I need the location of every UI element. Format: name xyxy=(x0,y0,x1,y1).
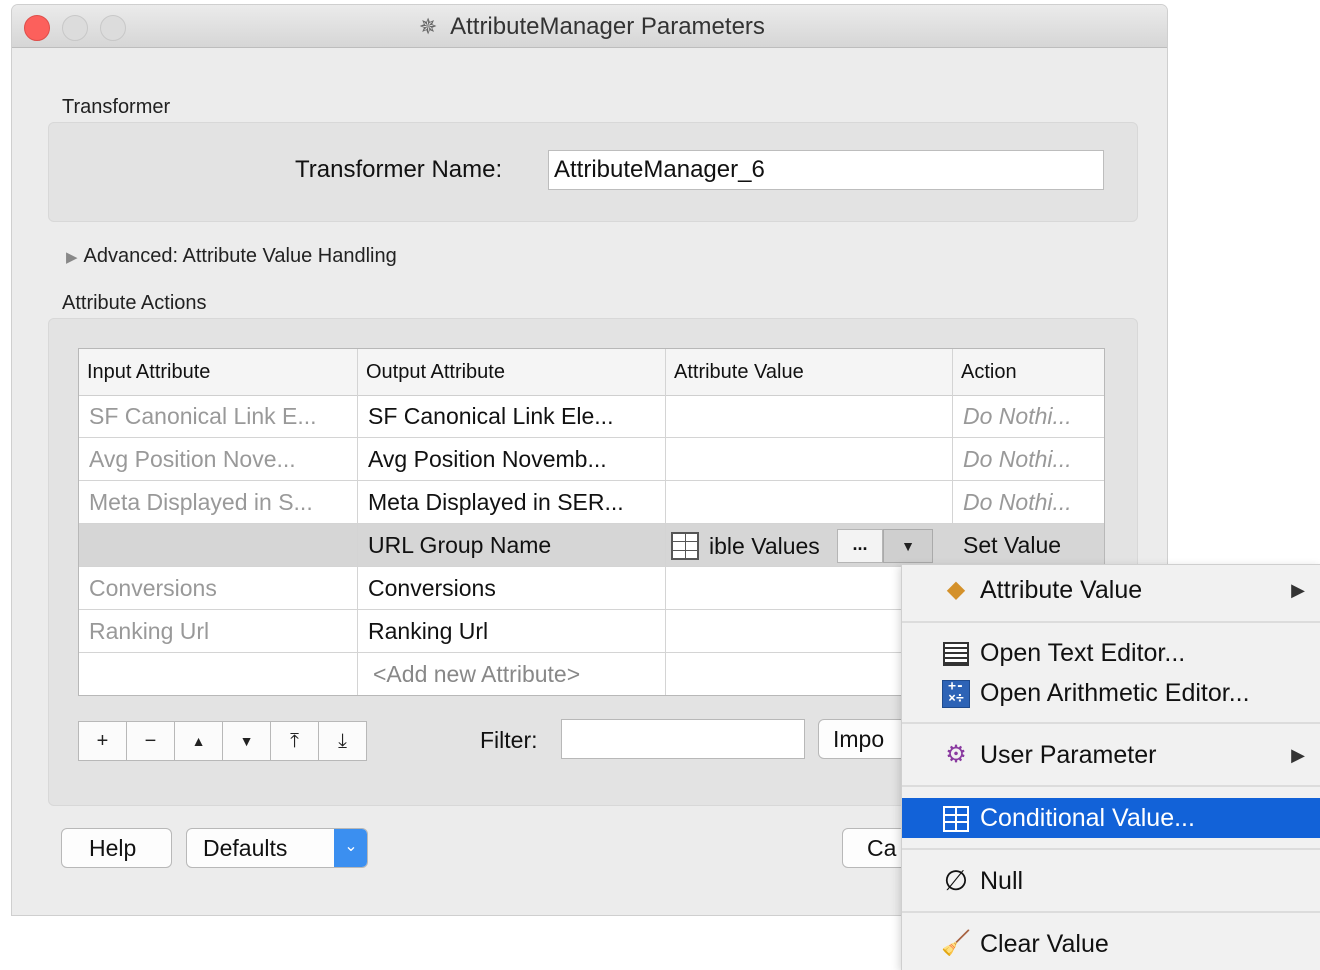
input-attribute-cell[interactable]: Avg Position Nove... xyxy=(79,438,358,480)
transformer-section-label: Transformer xyxy=(62,96,171,118)
header-input-attribute[interactable]: Input Attribute xyxy=(79,349,358,395)
text-editor-icon xyxy=(940,633,972,673)
broom-icon: 🧹 xyxy=(941,930,971,957)
menu-separator xyxy=(902,911,1320,913)
transformer-name-label: Transformer Name: xyxy=(295,156,503,183)
input-attribute-cell[interactable]: Conversions xyxy=(79,567,358,609)
advanced-label: Advanced: Attribute Value Handling xyxy=(83,245,397,267)
remove-row-button[interactable]: − xyxy=(126,721,175,761)
move-down-button[interactable]: ▼ xyxy=(222,721,271,761)
output-attribute-cell[interactable]: URL Group Name xyxy=(358,524,666,566)
menu-separator xyxy=(902,621,1320,623)
menu-separator xyxy=(902,785,1320,787)
action-cell[interactable]: Do Nothi... xyxy=(953,395,1104,437)
table-row[interactable]: SF Canonical Link E... SF Canonical Link… xyxy=(79,395,1104,438)
header-attribute-value[interactable]: Attribute Value xyxy=(666,349,953,395)
output-attribute-cell[interactable]: Meta Displayed in SER... xyxy=(358,481,666,523)
menu-item-label: Conditional Value... xyxy=(980,804,1195,832)
table-row-selected[interactable]: URL Group Name Set Value ible Values ...… xyxy=(79,524,1104,567)
filter-label: Filter: xyxy=(480,727,538,753)
menu-item-user-parameter[interactable]: ⚙ User Parameter ▶ xyxy=(902,735,1320,775)
action-cell[interactable]: Do Nothi... xyxy=(953,438,1104,480)
submenu-arrow-icon: ▶ xyxy=(1291,580,1305,600)
menu-item-open-arithmetic-editor[interactable]: +- ×÷ Open Arithmetic Editor... xyxy=(902,673,1320,713)
table-row[interactable]: Meta Displayed in S... Meta Displayed in… xyxy=(79,481,1104,524)
output-attribute-cell[interactable]: Ranking Url xyxy=(358,610,666,652)
action-cell[interactable]: Set Value xyxy=(953,524,1104,566)
input-attribute-cell[interactable]: Ranking Url xyxy=(79,610,358,652)
menu-item-label: User Parameter xyxy=(980,741,1157,769)
attribute-value-editor[interactable]: ible Values ... ▼ xyxy=(671,528,933,564)
output-attribute-cell[interactable]: Conversions xyxy=(358,567,666,609)
table-header: Input Attribute Output Attribute Attribu… xyxy=(79,349,1104,396)
move-up-button[interactable]: ▲ xyxy=(174,721,223,761)
ellipsis-button[interactable]: ... xyxy=(837,529,883,563)
attribute-value-cell[interactable] xyxy=(666,438,953,480)
input-attribute-cell[interactable] xyxy=(79,653,358,695)
user-parameter-gear-icon: ⚙ xyxy=(945,741,967,768)
submenu-arrow-icon: ▶ xyxy=(1291,745,1305,765)
transformer-icon: ✵ xyxy=(418,14,438,39)
menu-item-conditional-value[interactable]: Conditional Value... xyxy=(902,798,1320,838)
add-row-button[interactable]: + xyxy=(78,721,127,761)
advanced-disclosure[interactable]: ▶ Advanced: Attribute Value Handling xyxy=(66,245,397,268)
title-bar[interactable]: ✵ AttributeManager Parameters xyxy=(12,5,1167,48)
value-dropdown-button[interactable]: ▼ xyxy=(883,529,933,563)
add-new-attribute-cell[interactable]: <Add new Attribute> xyxy=(358,653,666,695)
menu-item-label: Attribute Value xyxy=(980,576,1143,604)
defaults-button[interactable]: Defaults ⌄ xyxy=(186,828,368,868)
header-output-attribute[interactable]: Output Attribute xyxy=(358,349,666,395)
attribute-actions-label: Attribute Actions xyxy=(62,292,207,314)
input-attribute-cell[interactable] xyxy=(79,524,358,566)
row-toolbar: + − ▲ ▼ ⤒ ⤓ xyxy=(78,721,367,761)
menu-separator xyxy=(902,848,1320,850)
attribute-value-icon: ◆ xyxy=(946,576,966,603)
window-title: ✵ AttributeManager Parameters xyxy=(12,13,1167,41)
menu-item-null[interactable]: ∅ Null xyxy=(902,861,1320,901)
disclosure-triangle-icon: ▶ xyxy=(66,249,78,266)
conditional-table-icon xyxy=(940,798,972,838)
action-cell[interactable]: Do Nothi... xyxy=(953,481,1104,523)
input-attribute-cell[interactable]: SF Canonical Link E... xyxy=(79,395,358,437)
attribute-value-cell[interactable] xyxy=(666,481,953,523)
arithmetic-editor-icon: +- ×÷ xyxy=(940,673,972,713)
menu-item-clear-value[interactable]: 🧹 Clear Value xyxy=(902,924,1320,964)
menu-item-attribute-value[interactable]: ◆ Attribute Value ▶ xyxy=(902,570,1320,610)
help-button[interactable]: Help xyxy=(61,828,172,868)
menu-item-label: Clear Value xyxy=(980,930,1109,958)
output-attribute-cell[interactable]: SF Canonical Link Ele... xyxy=(358,395,666,437)
move-top-button[interactable]: ⤒ xyxy=(270,721,319,761)
attribute-value-text[interactable]: ible Values xyxy=(709,533,837,560)
menu-item-open-text-editor[interactable]: Open Text Editor... xyxy=(902,633,1320,673)
menu-item-label: Open Arithmetic Editor... xyxy=(980,679,1250,707)
menu-item-label: Open Text Editor... xyxy=(980,639,1186,667)
transformer-name-input[interactable] xyxy=(548,150,1104,190)
chevron-down-icon[interactable]: ⌄ xyxy=(334,829,367,867)
move-bottom-button[interactable]: ⤓ xyxy=(318,721,367,761)
conditional-table-icon xyxy=(671,532,699,560)
table-row[interactable]: Avg Position Nove... Avg Position Novemb… xyxy=(79,438,1104,481)
attribute-value-cell[interactable] xyxy=(666,395,953,437)
menu-item-label: Null xyxy=(980,867,1024,895)
menu-separator xyxy=(902,722,1320,724)
output-attribute-cell[interactable]: Avg Position Novemb... xyxy=(358,438,666,480)
input-attribute-cell[interactable]: Meta Displayed in S... xyxy=(79,481,358,523)
attribute-value-context-menu: ◆ Attribute Value ▶ Open Text Editor... … xyxy=(901,564,1320,970)
header-action[interactable]: Action xyxy=(953,349,1104,395)
defaults-label: Defaults xyxy=(203,835,288,861)
filter-input[interactable] xyxy=(561,719,805,759)
null-icon: ∅ xyxy=(943,865,969,896)
